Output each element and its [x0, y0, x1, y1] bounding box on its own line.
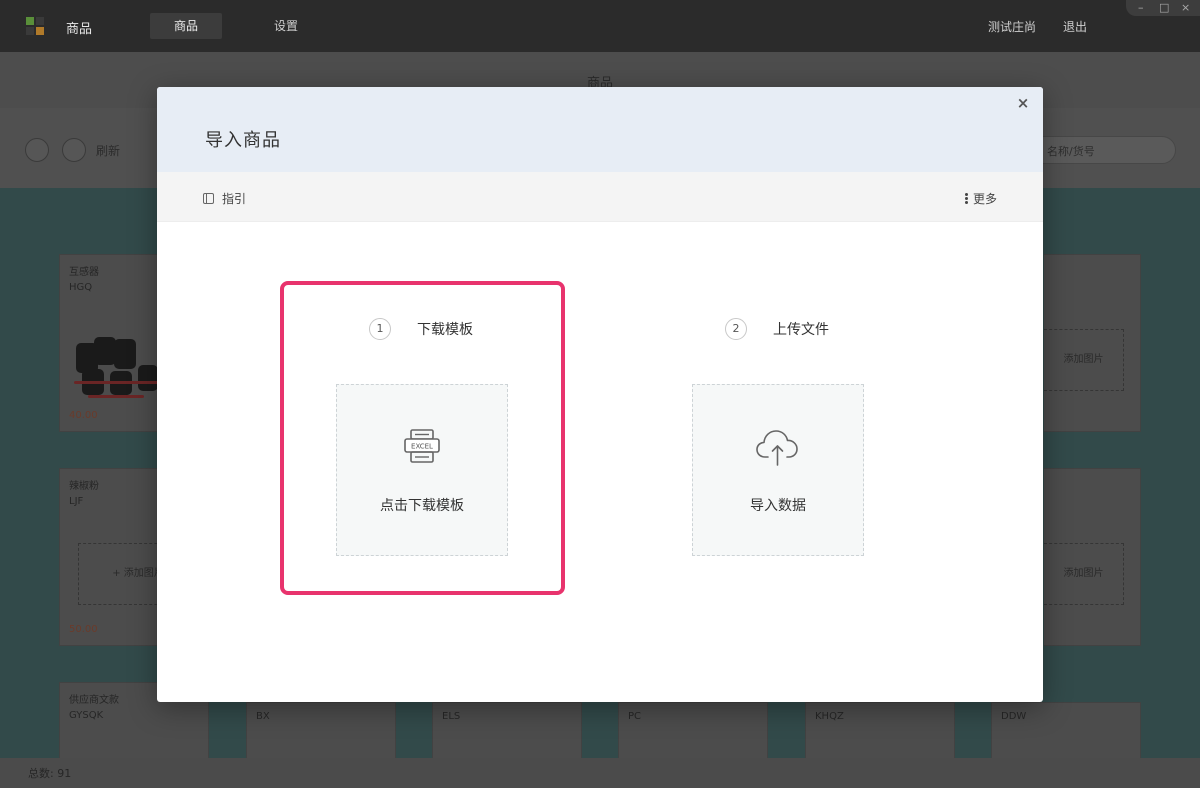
add-image-button[interactable]: 添加图片 [1044, 543, 1124, 605]
product-price: 50.00 [69, 624, 98, 635]
panel-icon [203, 193, 214, 204]
refresh-icon[interactable] [62, 138, 86, 162]
close-window-icon[interactable]: × [1181, 1, 1190, 14]
product-code: DDW [1001, 711, 1027, 722]
more-button[interactable]: 更多 [964, 190, 997, 207]
import-data-button[interactable]: 导入数据 [692, 384, 864, 556]
logout-button[interactable]: 退出 [1063, 18, 1087, 35]
search-input[interactable]: 名称/货号 [1030, 136, 1176, 164]
cloud-upload-icon [756, 430, 798, 466]
product-code: HGQ [69, 282, 93, 293]
product-name: 供应商文款 [69, 695, 119, 706]
product-card[interactable]: ELS [432, 702, 582, 762]
nav-tab-settings[interactable]: 设置 [250, 13, 322, 39]
product-code: ELS [442, 711, 461, 722]
status-bar: 总数: 91 [0, 758, 1200, 788]
app-logo-icon [26, 17, 44, 35]
product-code: KHQZ [815, 711, 844, 722]
close-icon[interactable]: × [1013, 93, 1033, 113]
add-image-button[interactable]: 添加图片 [1044, 329, 1124, 391]
guide-label: 指引 [222, 192, 247, 206]
product-price: 40.00 [69, 410, 98, 421]
more-vertical-icon [964, 192, 968, 205]
product-card[interactable]: DDW [991, 702, 1141, 762]
refresh-button[interactable]: 刷新 [96, 142, 120, 159]
search-placeholder: 名称/货号 [1047, 145, 1095, 158]
product-name: 互感器 [69, 267, 99, 278]
product-card[interactable]: BX [246, 702, 396, 762]
product-code: BX [256, 711, 270, 722]
minimize-icon[interactable]: – [1138, 1, 1144, 14]
guide-button[interactable]: 指引 [203, 190, 246, 207]
dialog-header: 导入商品 × [157, 87, 1043, 172]
total-count: 总数: 91 [28, 767, 72, 780]
step-upload-file: 2 上传文件 [725, 318, 829, 340]
dialog-toolbar: 指引 更多 [157, 172, 1043, 222]
product-code: GYSQK [69, 710, 104, 721]
import-data-label: 导入数据 [750, 498, 806, 514]
more-label: 更多 [972, 192, 997, 206]
product-card[interactable]: 添加图片 [1044, 254, 1141, 432]
nav-tab-products[interactable]: 商品 [150, 13, 223, 39]
app-top-bar: 商品 商品 设置 测试庄尚 退出 – □ × [0, 0, 1200, 52]
menu-icon[interactable] [25, 138, 49, 162]
product-name: 辣椒粉 [69, 481, 99, 492]
product-card[interactable]: PC [618, 702, 768, 762]
store-name[interactable]: 测试庄尚 [988, 18, 1036, 35]
step-label: 上传文件 [773, 322, 829, 338]
product-code: LJF [69, 496, 84, 507]
dialog-title: 导入商品 [205, 130, 281, 151]
window-controls: – □ × [1126, 0, 1200, 16]
step-highlight-frame [280, 281, 565, 595]
step-number: 2 [725, 318, 747, 340]
app-name: 商品 [66, 22, 93, 37]
product-code: PC [628, 711, 642, 722]
import-products-dialog: 导入商品 × 指引 更多 1 下载模板 EXCEL 点击下载模板 2 上传文件 [157, 87, 1043, 702]
product-card[interactable]: KHQZ [805, 702, 955, 762]
product-image [74, 335, 164, 405]
product-card[interactable]: 添加图片 [1044, 468, 1141, 646]
maximize-icon[interactable]: □ [1159, 1, 1169, 14]
